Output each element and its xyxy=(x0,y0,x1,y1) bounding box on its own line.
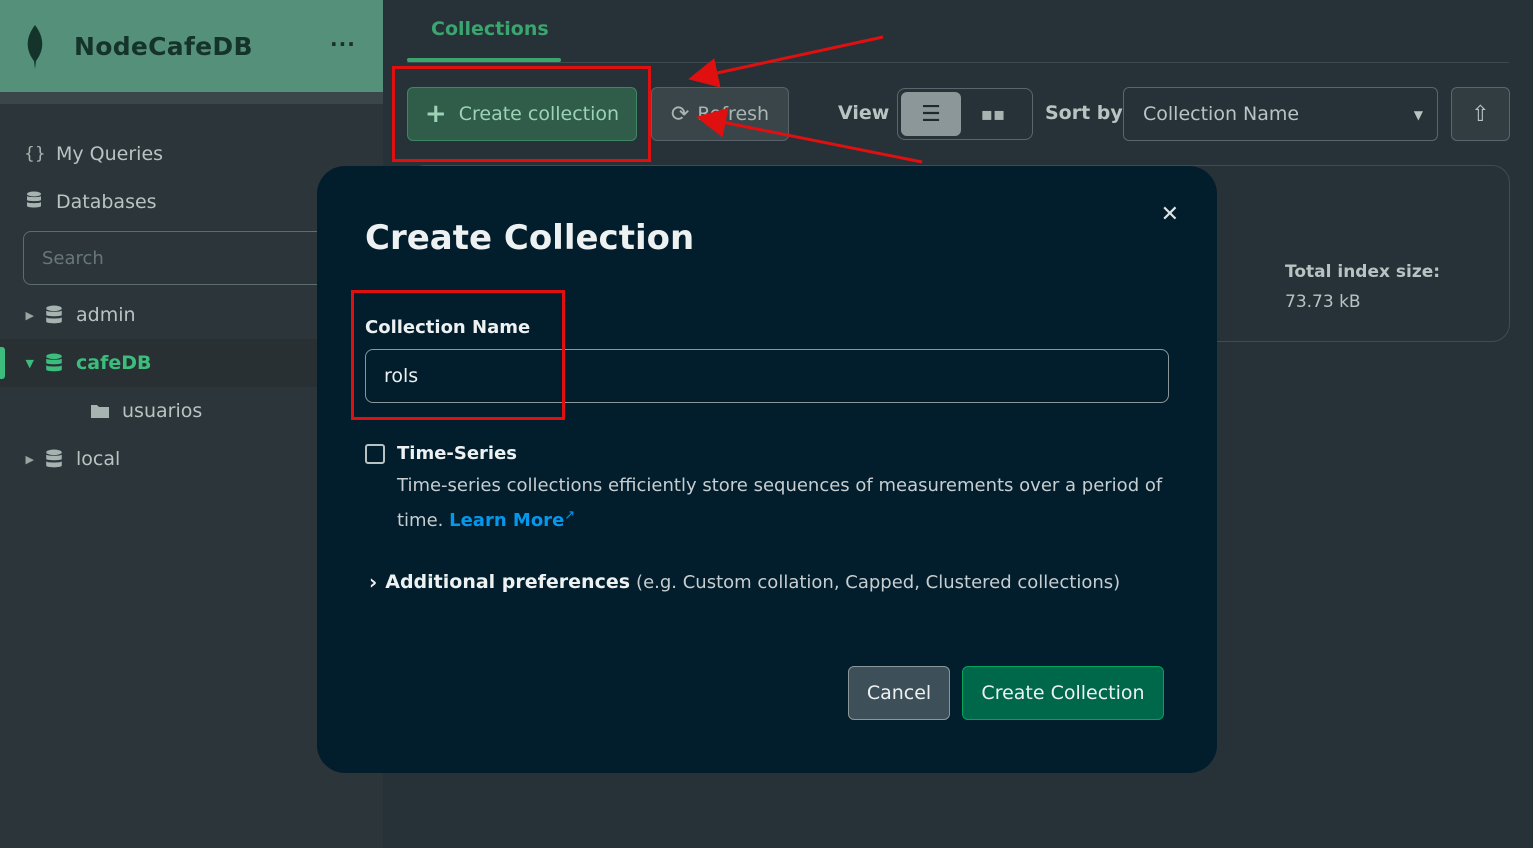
caret-right-icon[interactable]: ▶ xyxy=(12,453,44,466)
tree-db-label: local xyxy=(76,448,121,470)
view-toggle: ☰ ▪▪ xyxy=(897,88,1033,140)
sort-label: Sort by xyxy=(1045,102,1123,124)
mongodb-leaf-icon xyxy=(27,25,43,69)
chevron-right-icon: › xyxy=(369,570,378,594)
database-icon xyxy=(46,449,62,468)
grid-view-icon[interactable]: ▪▪ xyxy=(961,92,1025,136)
cancel-button[interactable]: Cancel xyxy=(848,666,950,720)
additional-preferences-note: (e.g. Custom collation, Capped, Clustere… xyxy=(636,571,1121,593)
database-icon xyxy=(46,353,62,372)
database-icon xyxy=(46,305,62,324)
refresh-label: Refresh xyxy=(697,103,770,125)
create-collection-submit-button[interactable]: Create Collection xyxy=(962,666,1164,720)
close-icon[interactable]: ✕ xyxy=(1161,202,1179,227)
timeseries-label: Time-Series xyxy=(397,443,518,464)
index-size-value: 73.73 kB xyxy=(1285,292,1361,312)
refresh-button[interactable]: ⟳ Refresh xyxy=(651,87,789,141)
sidebar-item-my-queries[interactable]: {} My Queries xyxy=(0,130,383,178)
tab-collections[interactable]: Collections xyxy=(431,18,549,40)
sidebar-search-input[interactable]: Search xyxy=(23,231,363,285)
tree-db-label: cafeDB xyxy=(76,352,152,374)
timeseries-checkbox[interactable] xyxy=(365,444,385,464)
folder-icon xyxy=(91,405,109,418)
sidebar-header: NodeCafeDB ··· xyxy=(0,0,383,104)
annotation-box-create-button xyxy=(392,66,651,162)
list-view-icon[interactable]: ☰ xyxy=(901,92,961,136)
refresh-icon: ⟳ xyxy=(670,101,690,127)
create-collection-modal: ✕ Create Collection Collection Name rols… xyxy=(317,166,1217,773)
database-icon xyxy=(24,191,44,214)
timeseries-description: Time-series collections efficiently stor… xyxy=(397,471,1177,536)
ellipsis-icon[interactable]: ··· xyxy=(330,32,356,56)
tree-db-label: admin xyxy=(76,304,136,326)
view-label: View xyxy=(838,102,890,124)
sort-select-value: Collection Name xyxy=(1143,103,1300,125)
caret-right-icon[interactable]: ▶ xyxy=(12,309,44,322)
external-link-icon: ↗ xyxy=(564,508,576,523)
tab-divider xyxy=(407,62,1509,63)
learn-more-link[interactable]: Learn More xyxy=(449,510,564,531)
index-size-label: Total index size: xyxy=(1285,262,1441,282)
annotation-box-collection-name xyxy=(351,290,565,420)
braces-icon: {} xyxy=(24,144,46,164)
sidebar-item-label: Databases xyxy=(56,191,157,213)
additional-preferences-title: Additional preferences xyxy=(385,571,631,593)
additional-preferences-toggle[interactable]: › Additional preferences (e.g. Custom co… xyxy=(369,570,1120,594)
modal-title: Create Collection xyxy=(365,218,695,258)
connection-title: NodeCafeDB xyxy=(74,31,253,61)
sort-select[interactable]: Collection Name ▼ xyxy=(1123,87,1438,141)
caret-down-icon[interactable]: ▼ xyxy=(12,357,44,370)
tree-collection-label: usuarios xyxy=(122,400,203,422)
sort-direction-icon[interactable]: ⇧ xyxy=(1451,87,1510,141)
sidebar-item-label: My Queries xyxy=(56,143,164,165)
dropdown-arrow-icon: ▼ xyxy=(1413,108,1423,122)
